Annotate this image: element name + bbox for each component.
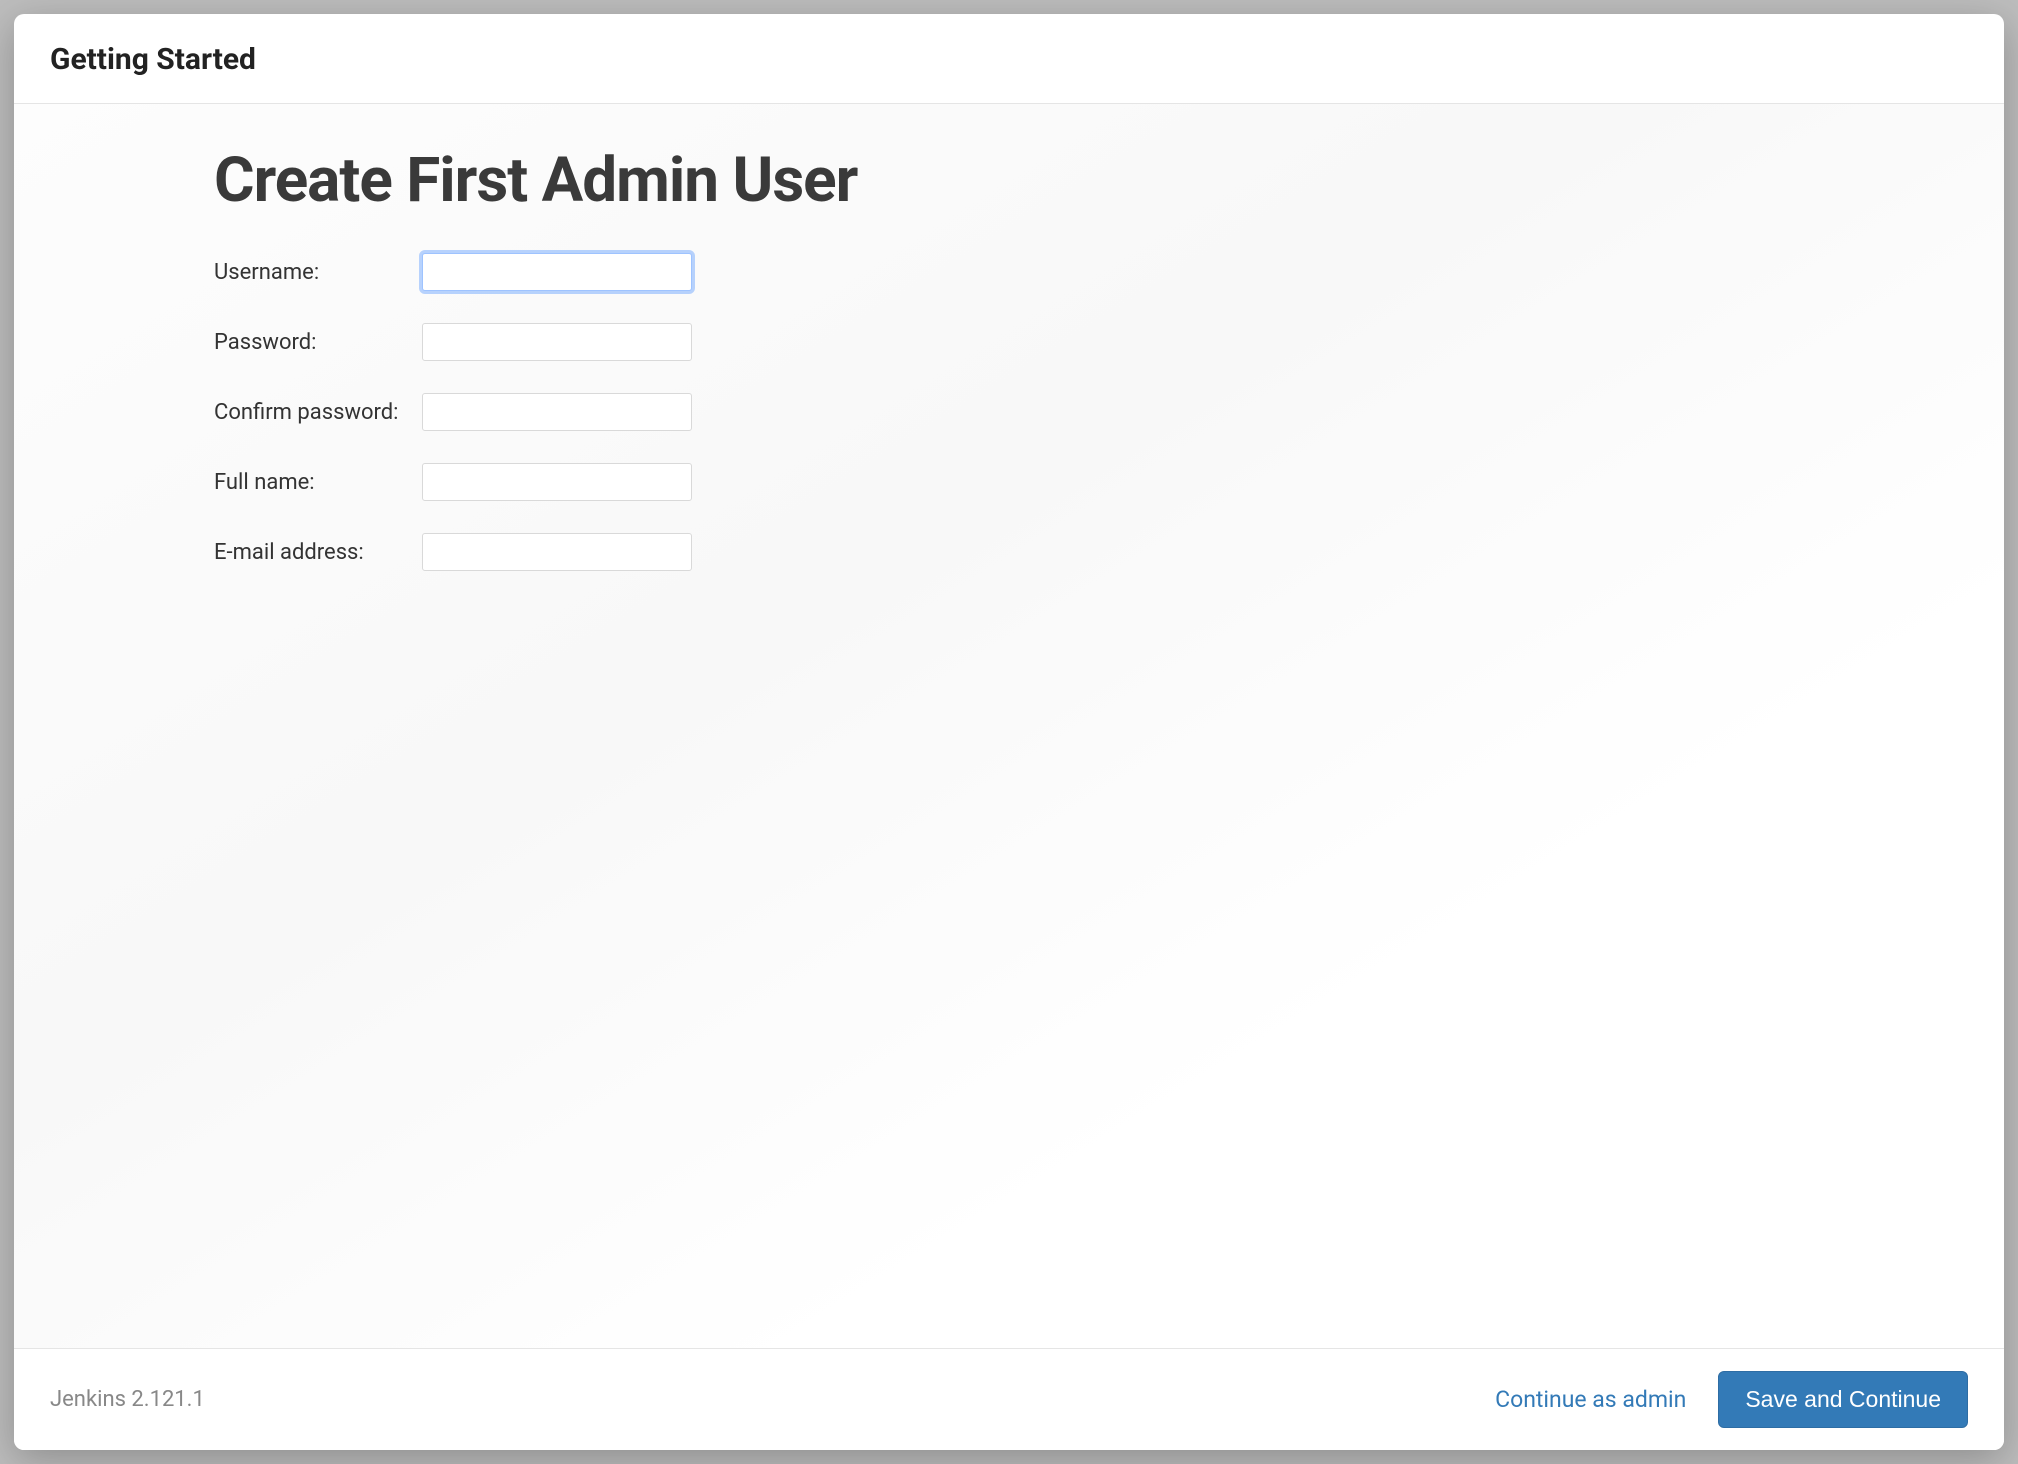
password-label: Password: <box>214 330 422 355</box>
password-input[interactable] <box>422 323 692 361</box>
email-label: E-mail address: <box>214 540 422 565</box>
jenkins-version: Jenkins 2.121.1 <box>50 1387 1463 1412</box>
form-row-password: Password: <box>214 323 1964 361</box>
username-label: Username: <box>214 260 422 285</box>
confirm-password-label: Confirm password: <box>214 400 422 425</box>
full-name-input[interactable] <box>422 463 692 501</box>
modal-header: Getting Started <box>14 14 2004 104</box>
form-row-email: E-mail address: <box>214 533 1964 571</box>
full-name-label: Full name: <box>214 470 422 495</box>
modal-body: Create First Admin User Username: Passwo… <box>14 104 2004 1348</box>
modal-footer: Jenkins 2.121.1 Continue as admin Save a… <box>14 1348 2004 1450</box>
form-row-username: Username: <box>214 253 1964 291</box>
username-input[interactable] <box>422 253 692 291</box>
setup-wizard-modal: Getting Started Create First Admin User … <box>14 14 2004 1450</box>
continue-as-admin-link[interactable]: Continue as admin <box>1487 1376 1694 1423</box>
email-input[interactable] <box>422 533 692 571</box>
form-row-full-name: Full name: <box>214 463 1964 501</box>
form-row-confirm-password: Confirm password: <box>214 393 1964 431</box>
confirm-password-input[interactable] <box>422 393 692 431</box>
modal-header-title: Getting Started <box>50 42 1968 77</box>
save-and-continue-button[interactable]: Save and Continue <box>1718 1371 1968 1428</box>
page-title: Create First Admin User <box>214 144 1964 217</box>
